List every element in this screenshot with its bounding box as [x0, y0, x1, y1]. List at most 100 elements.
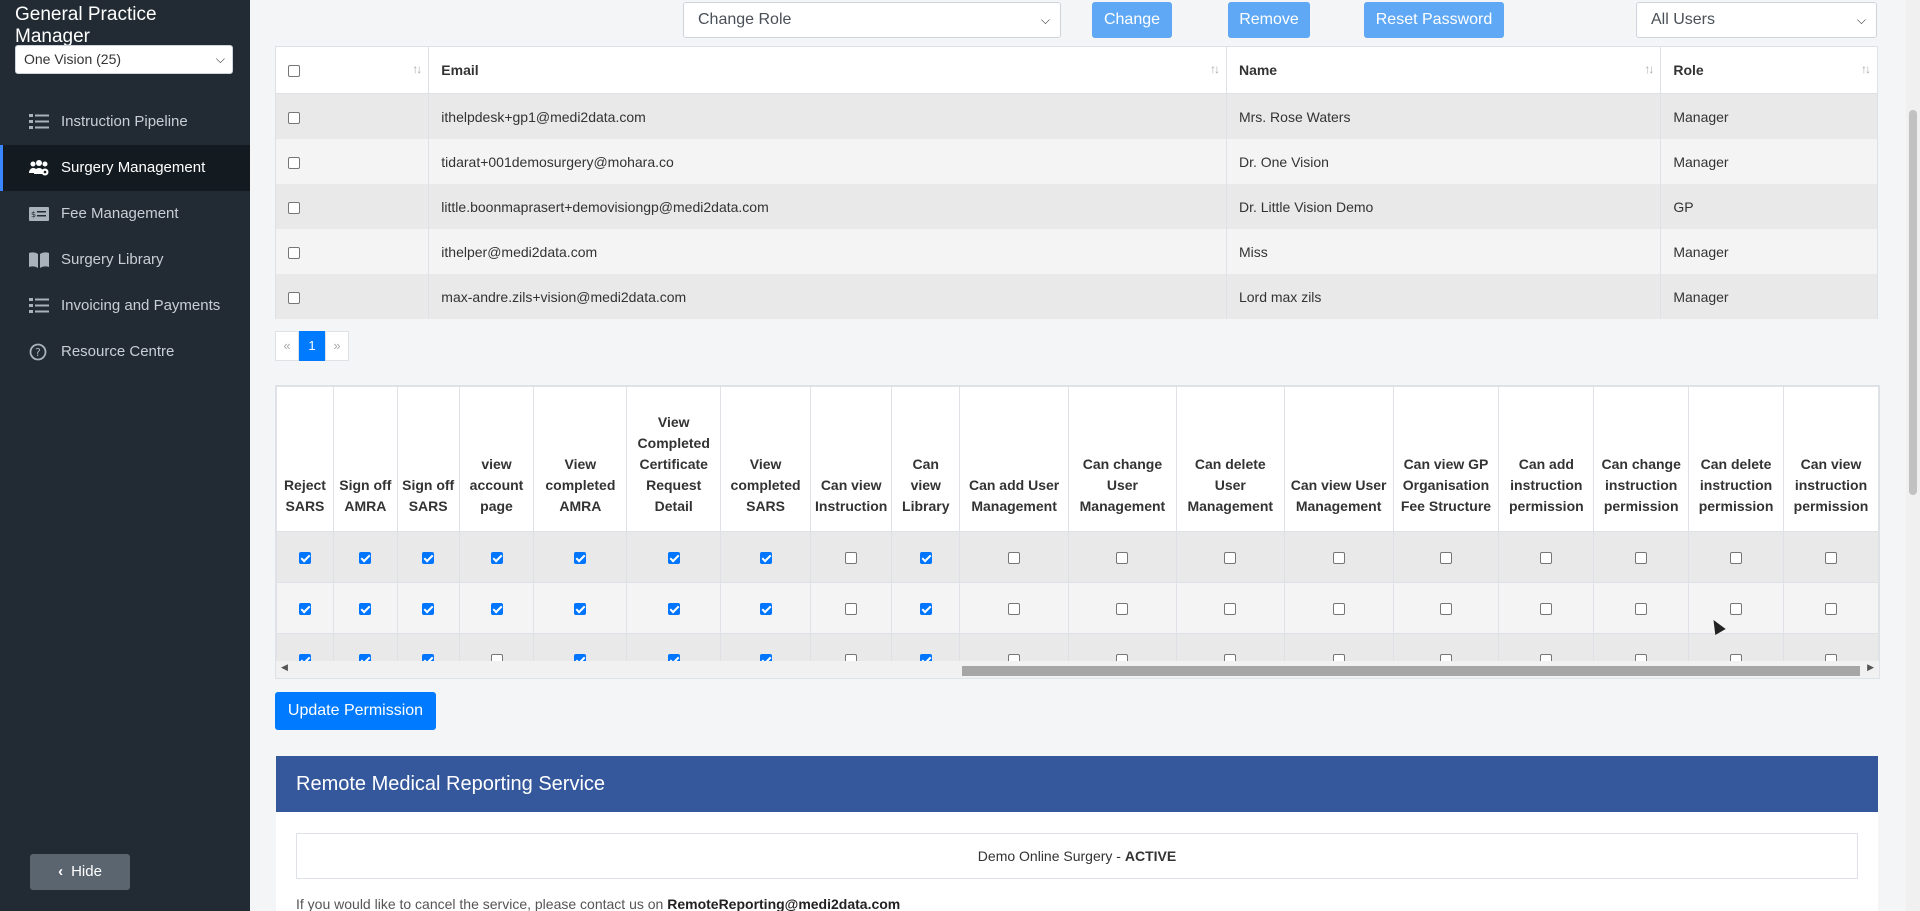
permission-checkbox[interactable] [1224, 552, 1237, 565]
email-cell: ithelper@medi2data.com [428, 229, 1227, 274]
sidebar-item-label: Surgery Library [61, 251, 164, 268]
permission-checkbox[interactable] [759, 603, 772, 616]
permission-checkbox[interactable] [1116, 552, 1129, 565]
permission-checkbox[interactable] [359, 552, 372, 565]
permission-checkbox[interactable] [490, 552, 503, 565]
change-role-select-value: Change Role [698, 11, 792, 28]
permission-checkbox[interactable] [359, 603, 372, 616]
pagination-next[interactable]: » [325, 331, 349, 361]
horizontal-scrollbar-thumb[interactable] [962, 666, 1860, 676]
permission-checkbox[interactable] [1824, 603, 1837, 616]
permission-checkbox[interactable] [1540, 552, 1553, 565]
permission-cell [959, 582, 1070, 634]
sidebar-item-resource-centre[interactable]: ? Resource Centre [0, 329, 250, 375]
permission-checkbox[interactable] [490, 603, 503, 616]
permission-checkbox[interactable] [298, 552, 311, 565]
permission-checkbox[interactable] [667, 603, 680, 616]
permission-checkbox[interactable] [422, 552, 435, 565]
scroll-left-arrow-icon[interactable]: ◀ [281, 662, 288, 673]
permission-cell [1782, 582, 1879, 634]
row-select-cell [274, 229, 430, 274]
sidebar-item-surgery-library[interactable]: Surgery Library [0, 237, 250, 283]
select-all-checkbox[interactable] [288, 65, 300, 78]
update-permission-button[interactable]: Update Permission [275, 692, 436, 730]
sidebar-item-surgery-management[interactable]: Surgery Management [0, 145, 250, 191]
sort-icon[interactable]: ↑↓ [412, 62, 422, 76]
permission-checkbox[interactable] [422, 603, 435, 616]
permission-checkbox[interactable] [1540, 603, 1553, 616]
horizontal-scrollbar[interactable]: ◀ ▶ [276, 661, 1879, 678]
svg-text:?: ? [35, 346, 41, 359]
sort-icon[interactable]: ↑↓ [1644, 62, 1654, 76]
sidebar-item-instruction-pipeline[interactable]: Instruction Pipeline [0, 99, 250, 145]
users-gear-icon [29, 160, 49, 176]
permission-checkbox[interactable] [1824, 552, 1837, 565]
change-button[interactable]: Change [1092, 2, 1172, 38]
sidebar-item-invoicing-and-payments[interactable]: Invoicing and Payments [0, 283, 250, 329]
organisation-select-value: One Vision (25) [24, 51, 122, 67]
permission-checkbox[interactable] [759, 552, 772, 565]
name-cell: Mrs. Rose Waters [1225, 93, 1662, 139]
row-checkbox[interactable] [288, 156, 300, 169]
name-cell: Miss [1225, 229, 1662, 274]
permission-column-header: view account page [458, 386, 535, 532]
hide-sidebar-button[interactable]: ‹ Hide [30, 854, 130, 890]
row-checkbox[interactable] [288, 111, 300, 124]
remove-button[interactable]: Remove [1228, 2, 1310, 38]
vertical-scrollbar-thumb[interactable] [1909, 110, 1917, 495]
permission-cell [1283, 582, 1394, 634]
change-role-select[interactable]: Change Role ⌵ [683, 2, 1061, 38]
permission-cell [1688, 582, 1784, 634]
permission-checkbox[interactable] [1008, 603, 1021, 616]
sidebar-item-fee-management[interactable]: $ Fee Management [0, 191, 250, 237]
permission-column-header: Reject SARS [276, 386, 334, 532]
scroll-right-arrow-icon[interactable]: ▶ [1867, 662, 1874, 673]
row-checkbox[interactable] [288, 246, 300, 259]
permission-checkbox[interactable] [1730, 603, 1743, 616]
permission-checkbox[interactable] [1730, 552, 1743, 565]
permission-checkbox[interactable] [845, 552, 858, 565]
permission-cell [1593, 582, 1690, 634]
organisation-select[interactable]: One Vision (25) ⌵ [15, 45, 233, 74]
app-title: General Practice Manager [15, 4, 157, 47]
permission-cell [1283, 531, 1394, 583]
permission-checkbox[interactable] [1439, 552, 1452, 565]
permission-cell [959, 531, 1070, 583]
permission-checkbox[interactable] [845, 603, 858, 616]
permission-checkbox[interactable] [1224, 603, 1237, 616]
pagination-page-1[interactable]: 1 [299, 331, 325, 361]
permission-cell [1593, 531, 1690, 583]
reset-password-button[interactable]: Reset Password [1364, 2, 1504, 38]
permission-checkbox[interactable] [574, 552, 587, 565]
permission-checkbox[interactable] [1635, 603, 1648, 616]
name-column-header[interactable]: Name ↑↓ [1225, 46, 1662, 94]
row-checkbox[interactable] [288, 201, 300, 214]
permission-checkbox[interactable] [574, 603, 587, 616]
user-filter-select[interactable]: All Users ⌵ [1636, 2, 1877, 38]
permission-column-header: Can view Library [891, 386, 961, 532]
permission-checkbox[interactable] [919, 603, 932, 616]
row-checkbox[interactable] [288, 291, 300, 304]
sort-icon[interactable]: ↑↓ [1861, 62, 1871, 76]
pagination-prev[interactable]: « [275, 331, 299, 361]
permission-checkbox[interactable] [1439, 603, 1452, 616]
vertical-scrollbar[interactable] [1906, 0, 1920, 911]
permission-checkbox[interactable] [1635, 552, 1648, 565]
permission-checkbox[interactable] [1332, 552, 1345, 565]
permission-checkbox[interactable] [1116, 603, 1129, 616]
role-cell: Manager [1660, 229, 1878, 274]
email-column-header[interactable]: Email ↑↓ [428, 46, 1227, 94]
sidebar-item-label: Invoicing and Payments [61, 297, 221, 314]
table-row: tidarat+001demosurgery@mohara.co Dr. One… [274, 139, 1878, 184]
role-cell: Manager [1660, 139, 1878, 184]
permission-checkbox[interactable] [1008, 552, 1021, 565]
permission-checkbox[interactable] [1332, 603, 1345, 616]
permission-checkbox[interactable] [667, 552, 680, 565]
role-column-header[interactable]: Role ↑↓ [1660, 46, 1878, 94]
row-select-cell [274, 93, 430, 139]
permission-checkbox[interactable] [298, 603, 311, 616]
permission-checkbox[interactable] [919, 552, 932, 565]
rmrs-contact-email[interactable]: RemoteReporting@medi2data.com [667, 896, 900, 911]
sort-icon[interactable]: ↑↓ [1210, 62, 1220, 76]
permission-column-header: Sign off AMRA [332, 386, 398, 532]
